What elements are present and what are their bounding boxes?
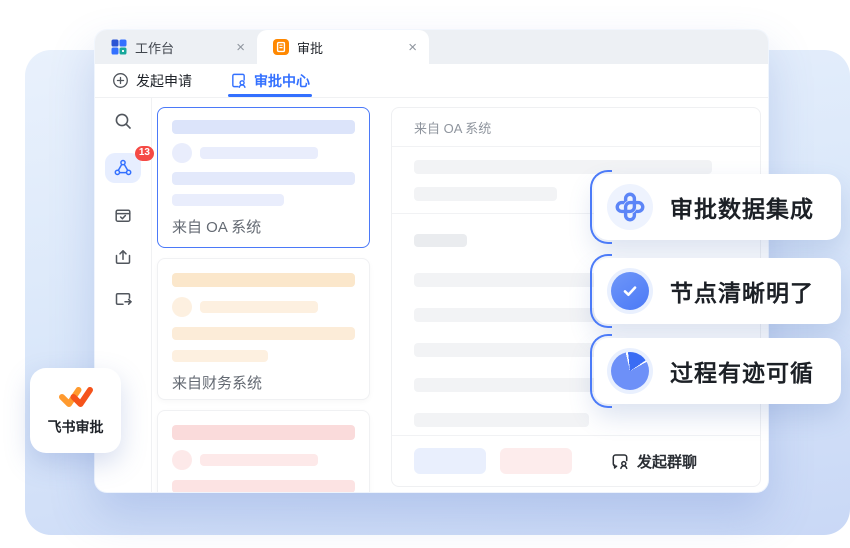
subnav-approval-center[interactable]: 审批中心 [228, 64, 312, 97]
feature-label: 过程有迹可循 [670, 360, 814, 386]
placeholder-bar [172, 194, 284, 206]
feature-label: 节点清晰明了 [670, 280, 814, 306]
group-chat-label: 发起群聊 [637, 453, 698, 471]
approve-button-placeholder[interactable] [414, 448, 486, 474]
tab-workbench[interactable]: 工作台 × [95, 30, 257, 64]
avatar [172, 450, 192, 470]
pie-chart-icon [611, 352, 649, 390]
close-icon[interactable]: × [236, 40, 245, 55]
placeholder-bar [414, 234, 467, 247]
subnav-initiate-request[interactable]: 发起申请 [112, 64, 192, 97]
icon-halo [607, 184, 653, 230]
icon-halo [607, 268, 653, 314]
feature-badge-integration: 审批数据集成 [590, 170, 841, 244]
tab-approval[interactable]: 审批 × [257, 30, 429, 64]
placeholder-bar [172, 172, 355, 185]
search-icon[interactable] [113, 111, 133, 131]
card-caption: 来自财务系统 [172, 375, 263, 392]
feature-label: 审批数据集成 [670, 196, 814, 222]
placeholder-bar [172, 273, 355, 287]
start-group-chat-button[interactable]: 发起群聊 [610, 451, 697, 472]
notification-count-badge: 13 [134, 146, 154, 161]
placeholder-bar [172, 327, 355, 340]
avatar [172, 143, 192, 163]
submitted-tray-icon[interactable] [113, 247, 133, 267]
card-finance-system[interactable]: 来自财务系统 [157, 258, 370, 400]
placeholder-bar [414, 187, 557, 201]
reject-button-placeholder[interactable] [500, 448, 572, 474]
subnav-center-label: 审批中心 [254, 72, 310, 89]
tab-strip: 工作台 × 审批 × [95, 30, 768, 64]
placeholder-bar [172, 120, 355, 134]
subnav: 发起申请 审批中心 [95, 64, 768, 98]
placeholder-bar [172, 480, 355, 492]
tab-workbench-label: 工作台 [135, 40, 175, 56]
double-check-logo-icon [57, 384, 95, 410]
close-icon[interactable]: × [408, 40, 417, 55]
placeholder-bar [200, 454, 318, 466]
avatar [172, 297, 192, 317]
panel-header: 来自 OA 系统 [392, 108, 760, 147]
tab-approval-label: 审批 [297, 40, 324, 56]
workbench-grid-icon [111, 39, 127, 55]
card-caption: 来自 OA 系统 [172, 219, 262, 236]
card-oa-system[interactable]: 来自 OA 系统 [157, 107, 370, 248]
placeholder-bar [200, 301, 318, 313]
forward-box-icon[interactable] [113, 289, 133, 309]
feature-badge-clear-nodes: 节点清晰明了 [590, 254, 841, 328]
check-circle-icon [611, 272, 649, 310]
placeholder-bar [414, 160, 713, 174]
todo-box-icon[interactable] [113, 205, 133, 225]
plus-circle-icon [112, 72, 129, 89]
subnav-initiate-label: 发起申请 [136, 72, 192, 89]
placeholder-bar [200, 147, 318, 159]
icon-halo [607, 348, 653, 394]
panel-footer: 发起群聊 [392, 435, 760, 486]
card-third-system[interactable] [157, 410, 370, 492]
placeholder-bar [414, 413, 589, 427]
approval-doc-icon [273, 39, 289, 55]
approval-app-icon[interactable]: 13 [105, 146, 154, 183]
integration-icon [615, 192, 645, 222]
placeholder-bar [172, 350, 268, 362]
feature-badge-traceable: 过程有迹可循 [590, 334, 841, 408]
approval-center-icon [230, 72, 247, 89]
placeholder-bar [172, 425, 355, 440]
approval-source-list: 来自 OA 系统 来自财务系统 [152, 98, 379, 492]
feishu-approval-badge: 飞书审批 [30, 368, 121, 453]
group-chat-icon [610, 451, 630, 471]
app-badge-label: 飞书审批 [47, 419, 104, 435]
